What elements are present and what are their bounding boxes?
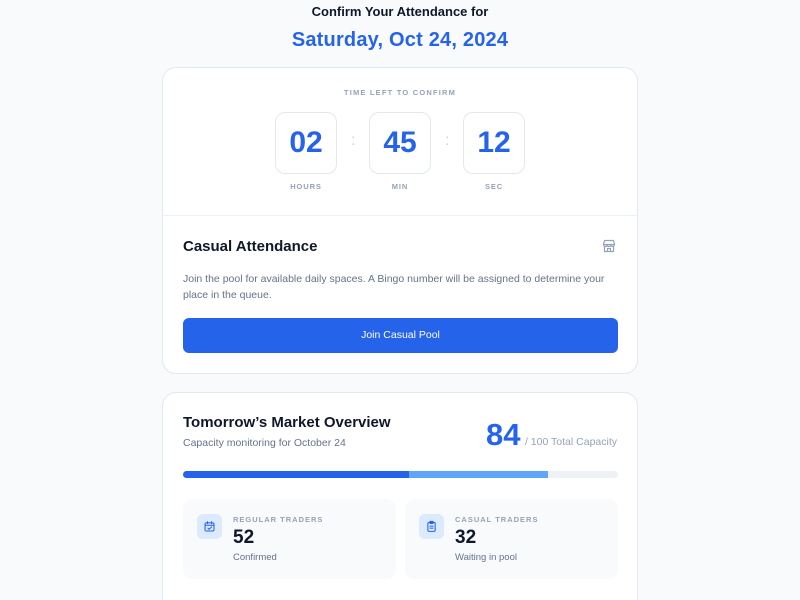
timer-separator: : [445,132,450,149]
timer-separator: : [351,132,356,149]
market-overview-card: Tomorrow’s Market Overview Capacity moni… [162,392,638,600]
timer-seconds-label: SEC [484,182,504,191]
regular-traders-value: 52 [233,527,255,548]
store-icon [602,239,616,253]
capacity-total: / 100 Total Capacity [524,436,617,448]
join-casual-pool-button[interactable]: Join Casual Pool [183,318,618,353]
timer-hours-value: 02 [275,112,337,174]
casual-attendance-title: Casual Attendance [183,238,318,255]
capacity-progress-bar [183,471,618,478]
calendar-check-icon [204,521,215,532]
casual-traders-note: Waiting in pool [455,552,517,563]
countdown-timer: TIME LEFT TO CONFIRM 02 HOURS : 45 MIN :… [163,68,637,216]
capacity-used: 84 [486,417,521,452]
timer-title: TIME LEFT TO CONFIRM [343,88,457,97]
overview-subtitle: Capacity monitoring for October 24 [183,437,346,449]
timer-hours-label: HOURS [290,182,322,191]
progress-casual-segment [409,471,549,478]
overview-title: Tomorrow’s Market Overview [183,414,391,431]
casual-attendance-section: Casual Attendance Join the pool for avai… [163,216,637,353]
timer-minutes-label: MIN [391,182,409,191]
casual-traders-label: CASUAL TRADERS [455,515,539,524]
timer-hours: 02 HOURS [275,112,337,191]
attendance-card: TIME LEFT TO CONFIRM 02 HOURS : 45 MIN :… [162,67,638,374]
timer-minutes-value: 45 [369,112,431,174]
capacity-summary: 84 / 100 Total Capacity [486,417,617,453]
progress-regular-segment [183,471,410,478]
timer-seconds-value: 12 [463,112,525,174]
casual-traders-value: 32 [455,527,477,548]
timer-seconds: 12 SEC [463,112,525,191]
casual-traders-stat: CASUAL TRADERS 32 Waiting in pool [405,499,618,579]
regular-traders-stat: REGULAR TRADERS 52 Confirmed [183,499,396,579]
regular-traders-note: Confirmed [233,552,277,563]
page-pretitle: Confirm Your Attendance for [311,4,489,19]
regular-traders-label: REGULAR TRADERS [233,515,324,524]
event-date: Saturday, Oct 24, 2024 [291,29,509,51]
clipboard-icon [427,520,436,532]
timer-minutes: 45 MIN [369,112,431,191]
casual-description: Join the pool for available daily spaces… [183,273,605,301]
page-header: Confirm Your Attendance for Saturday, Oc… [0,0,800,52]
